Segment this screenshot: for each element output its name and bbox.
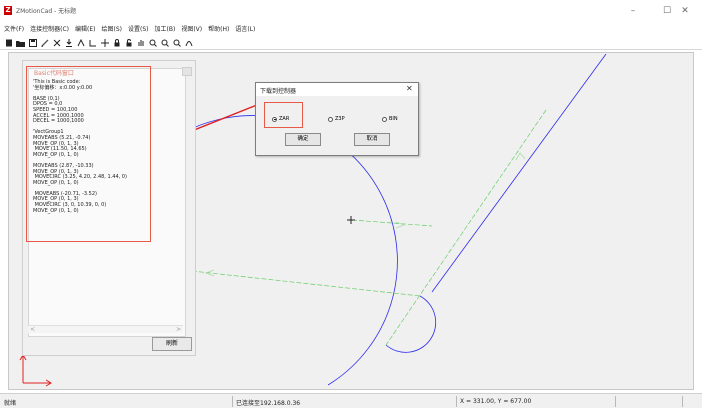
direction-arrow [515,152,526,161]
option-highlight-box [264,102,303,128]
cancel-button[interactable]: 取消 [354,133,390,146]
radio-z3p[interactable]: Z3P [328,116,345,122]
code-panel-title: Basic代码窗口 [34,70,74,77]
code-line: MOVE_OP (0, 1, 0) [33,207,79,214]
radio-label: Z3P [335,116,345,122]
radio-checked-icon[interactable] [272,116,277,122]
radio-unchecked-icon[interactable] [382,116,387,122]
path-line [431,53,607,293]
origin-cross-marker [347,216,355,224]
dialog-title: 下载到控制器 [260,88,297,95]
code-lines: 'This is Basic code: '坐标偏移：x:0.00 y:0.00… [33,79,127,214]
code-panel-scroll-button[interactable] [182,67,192,76]
radio-zar[interactable]: ZAR [272,116,289,122]
travel-line [191,270,421,297]
radio-label: BIN [389,116,398,122]
status-divider [682,396,683,407]
status-divider [456,396,457,407]
radio-bin[interactable]: BIN [382,116,398,122]
status-bar: 就绪 已连接至192.168.0.36 X = 331.00, Y = 677.… [0,393,702,408]
status-coordinates: X = 331.00, Y = 677.00 [460,398,532,405]
refresh-button[interactable]: 刷新 [152,337,192,351]
status-divider [615,396,616,407]
download-dialog: 下载到控制器 ✕ ZAR Z3P BIN 确定 取消 [255,82,419,156]
radio-unchecked-icon[interactable] [328,116,333,122]
radio-label: ZAR [279,116,290,122]
ok-button[interactable]: 确定 [285,133,321,146]
status-connection: 已连接至192.168.0.36 [236,400,301,407]
path-arc-small [385,295,437,353]
status-divider [232,396,233,407]
path-arc-large [175,115,398,386]
scroll-left-icon[interactable]: < [30,326,35,333]
direction-arrow [395,221,406,229]
dialog-title-bar: 下载到控制器 ✕ [256,83,418,96]
dialog-close-icon[interactable]: ✕ [406,84,413,93]
code-horizontal-scrollbar[interactable]: < > [28,325,183,333]
scroll-right-icon[interactable]: > [176,326,181,333]
status-ready: 就绪 [4,400,17,407]
